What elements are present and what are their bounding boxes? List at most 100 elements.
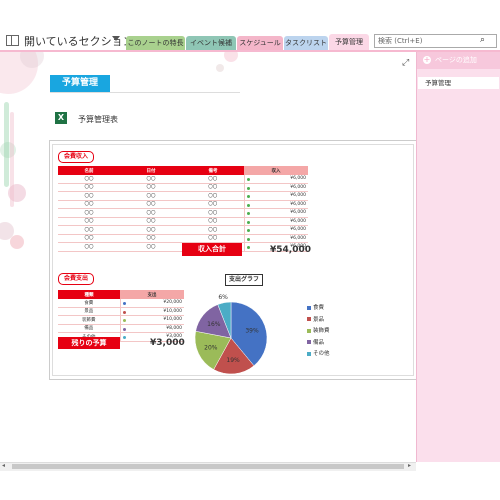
table-cell: 〇〇	[84, 244, 94, 250]
status-dot	[246, 186, 250, 190]
color-dot	[122, 327, 126, 331]
page-item-budget[interactable]: 予算管理	[418, 77, 499, 89]
table-row: 装飾費 ¥10,000	[58, 315, 184, 324]
search-icon[interactable]: ⌕	[480, 35, 485, 45]
table-cell: 〇〇	[208, 210, 218, 216]
search-input[interactable]: 検索 (Ctrl+E)	[374, 34, 497, 48]
pie-data-label: 6%	[218, 294, 228, 301]
status-dot	[246, 229, 250, 233]
table-cell: ¥6,000	[243, 225, 308, 234]
color-dot	[122, 319, 126, 323]
status-dot	[246, 195, 250, 199]
table-row: 〇〇 〇〇 〇〇 ¥6,000	[58, 234, 308, 243]
income-value: ¥6,000	[290, 218, 306, 224]
table-cell: 〇〇	[208, 176, 218, 182]
table-cell: 〇〇	[146, 202, 156, 208]
tab-schedule[interactable]: スケジュール	[237, 36, 283, 50]
legend-item: 食費	[307, 304, 330, 316]
table-cell: ¥6,000	[243, 234, 308, 243]
chart-legend: 食費 景品 装飾費 備品 その他	[307, 304, 330, 362]
table-cell: 装飾費	[82, 317, 96, 323]
income-value: ¥6,000	[290, 184, 306, 190]
decor-bar	[4, 102, 9, 187]
expense-table: 種類 支出 食費 ¥20,000 景品 ¥10,000 装飾費 ¥10,000 備品 ¥8,0…	[58, 290, 184, 342]
legend-swatch	[307, 340, 311, 344]
col-header-date: 日付	[146, 168, 156, 174]
add-page-button[interactable]: + ページの追加	[417, 52, 500, 69]
col-header-expense: 支出	[120, 290, 184, 299]
table-cell: 〇〇	[146, 227, 156, 233]
table-cell: 〇〇	[84, 202, 94, 208]
status-dot	[246, 212, 250, 216]
table-cell: ¥6,000	[243, 183, 308, 192]
page-title: 予算管理	[50, 75, 110, 92]
status-dot	[246, 237, 250, 241]
expense-value: ¥10,000	[163, 308, 182, 314]
expense-value: ¥8,000	[166, 325, 182, 331]
status-dot	[246, 220, 250, 224]
scroll-right-icon[interactable]: ▸	[408, 462, 411, 469]
col-header-type: 種類	[58, 290, 120, 299]
excel-icon[interactable]: X	[55, 112, 67, 124]
table-cell: 〇〇	[146, 185, 156, 191]
table-cell: ¥6,000	[243, 191, 308, 200]
income-total-label: 収入合計	[182, 243, 242, 256]
decor-circle	[216, 64, 224, 72]
attachment-name[interactable]: 予算管理表	[78, 114, 118, 125]
income-table: 名前 日付 備考 収入 〇〇 〇〇 〇〇 ¥6,000 〇〇 〇〇 〇〇 ¥6,000 〇〇 〇〇…	[58, 166, 308, 252]
scroll-left-icon[interactable]: ◂	[2, 462, 5, 469]
table-row: 〇〇 〇〇 〇〇 ¥6,000	[58, 217, 308, 226]
add-page-label: ページの追加	[435, 56, 477, 64]
table-cell: ¥6,000	[243, 217, 308, 226]
table-cell: 〇〇	[84, 227, 94, 233]
table-cell: 〇〇	[208, 236, 218, 242]
table-row: 〇〇 〇〇 〇〇 ¥6,000	[58, 225, 308, 234]
table-row: 食費 ¥20,000	[58, 299, 184, 307]
income-total-value: ¥54,000	[270, 245, 311, 255]
table-row: 〇〇 〇〇 〇〇 ¥6,000	[58, 208, 308, 217]
chevron-down-icon[interactable]	[112, 36, 120, 41]
table-row: 〇〇 〇〇 〇〇 ¥6,000	[58, 191, 308, 200]
expand-icon[interactable]: ⤢	[402, 58, 409, 68]
legend-item: 装飾費	[307, 327, 330, 339]
table-cell: ¥6,000	[243, 175, 308, 183]
table-cell: ¥10,000	[119, 315, 184, 324]
page-list-sidebar: + ページの追加 予算管理	[416, 52, 500, 462]
pie-data-label: 16%	[207, 321, 221, 328]
table-cell: 〇〇	[84, 210, 94, 216]
remaining-budget-label: 残りの予算	[58, 337, 120, 349]
expense-label: 会費支出	[58, 273, 95, 285]
decor-circle	[224, 52, 238, 62]
legend-label: 景品	[313, 316, 325, 323]
table-row: 備品 ¥8,000	[58, 324, 184, 333]
color-dot	[122, 310, 126, 314]
tab-event-candidates[interactable]: イベント候補	[186, 36, 236, 50]
col-header-name: 名前	[84, 168, 94, 174]
pie-data-label: 20%	[204, 345, 218, 352]
notebook-icon	[6, 35, 19, 46]
table-cell: 〇〇	[208, 193, 218, 199]
table-cell: 景品	[84, 309, 94, 315]
table-cell: 〇〇	[84, 185, 94, 191]
tab-features[interactable]: このノートの特長	[126, 36, 185, 50]
income-value: ¥6,000	[290, 227, 306, 233]
scrollbar-thumb[interactable]	[12, 464, 404, 469]
tab-budget[interactable]: 予算管理	[329, 34, 369, 50]
expense-value: ¥20,000	[163, 300, 182, 306]
status-dot	[246, 178, 250, 182]
table-cell: 〇〇	[146, 244, 156, 250]
legend-label: 備品	[313, 339, 325, 346]
tab-task-list[interactable]: タスクリスト	[284, 36, 328, 50]
legend-swatch	[307, 317, 311, 321]
table-cell: 〇〇	[84, 219, 94, 225]
table-row: 〇〇 〇〇 〇〇 ¥6,000	[58, 175, 308, 183]
table-row: 〇〇 〇〇 〇〇 ¥6,000	[58, 200, 308, 209]
color-dot	[122, 302, 126, 306]
legend-swatch	[307, 351, 311, 356]
decor-circle	[10, 235, 24, 249]
table-row: 景品 ¥10,000	[58, 307, 184, 316]
table-cell: 〇〇	[146, 210, 156, 216]
income-value: ¥6,000	[290, 201, 306, 207]
income-value: ¥6,000	[290, 235, 306, 241]
table-cell: 〇〇	[208, 202, 218, 208]
